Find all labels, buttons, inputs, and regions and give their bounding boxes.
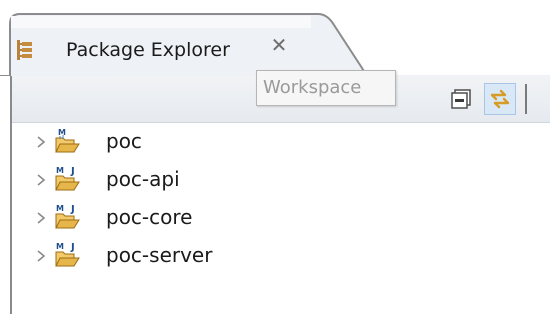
tree-item-poc-api[interactable]: M J poc-api	[12, 162, 312, 200]
svg-text:J: J	[70, 166, 75, 177]
maven-java-project-icon: M J	[52, 164, 82, 194]
tree-item-poc-server[interactable]: M J poc-server	[12, 238, 312, 276]
svg-text:M: M	[58, 128, 66, 137]
view-tab-strip: Package Explorer ✕	[0, 0, 550, 76]
project-tree: M poc M J poc-api M J poc-core M J poc-s…	[12, 124, 550, 314]
tree-item-label: poc-server	[106, 243, 213, 267]
svg-text:M: M	[56, 242, 64, 251]
chevron-right-icon[interactable]	[34, 134, 48, 150]
toolbar-separator	[525, 84, 527, 114]
chevron-right-icon[interactable]	[34, 248, 48, 264]
svg-text:M: M	[56, 166, 64, 175]
tree-item-poc[interactable]: M poc	[12, 124, 312, 162]
tree-item-label: poc-core	[106, 205, 193, 229]
chevron-right-icon[interactable]	[34, 210, 48, 226]
chevron-right-icon[interactable]	[34, 172, 48, 188]
collapse-all-icon[interactable]	[446, 83, 478, 115]
maven-project-icon: M	[52, 126, 82, 156]
maven-java-project-icon: M J	[52, 240, 82, 270]
view-title[interactable]: Package Explorer	[66, 38, 230, 62]
tree-item-poc-core[interactable]: M J poc-core	[12, 200, 312, 238]
maven-java-project-icon: M J	[52, 202, 82, 232]
svg-text:J: J	[70, 204, 75, 215]
close-icon[interactable]: ✕	[268, 34, 290, 56]
package-explorer-icon	[14, 38, 36, 62]
tree-item-label: poc-api	[106, 167, 180, 191]
svg-text:M: M	[56, 204, 64, 213]
tree-item-label: poc	[106, 129, 142, 153]
svg-text:J: J	[70, 242, 75, 253]
link-with-editor-icon[interactable]	[484, 83, 516, 115]
tooltip: Workspace	[256, 70, 396, 106]
package-explorer-view: Package Explorer ✕ Workspace M poc M J p…	[0, 0, 550, 314]
